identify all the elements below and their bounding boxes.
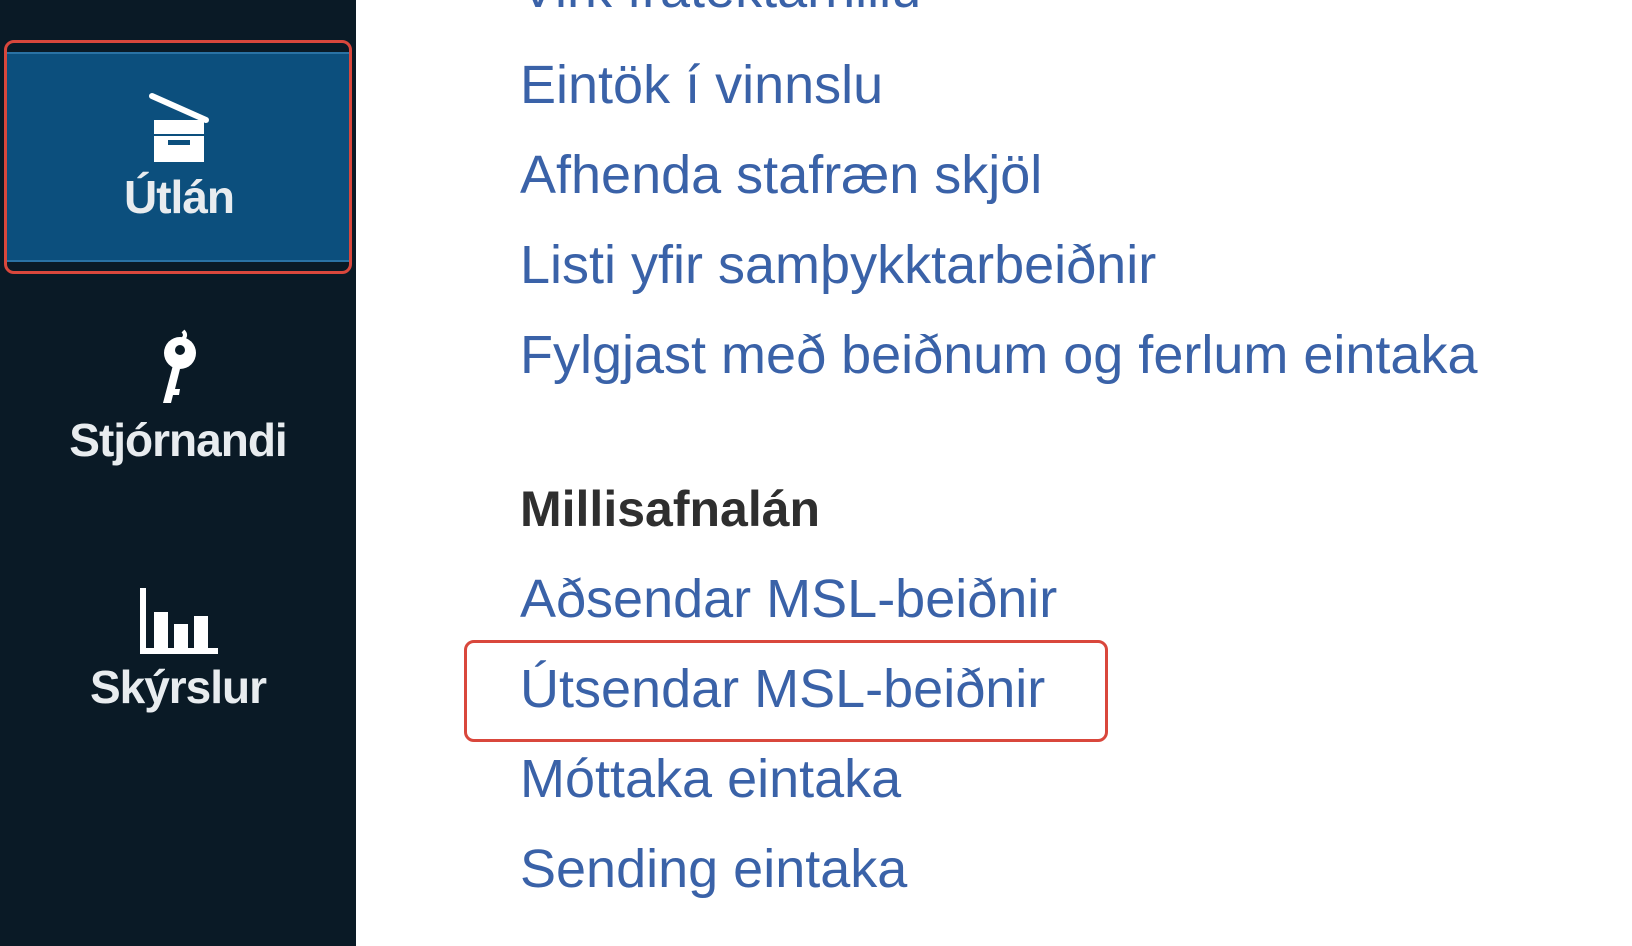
link-eintok-i-vinnslu[interactable]: Eintök í vinnslu	[520, 58, 883, 112]
sidebar: Útlán Stjórnandi Skýrslur	[0, 0, 356, 946]
link-fylgjast-med-beidnum[interactable]: Fylgjast með beiðnum og ferlum eintaka	[520, 328, 1477, 382]
sidebar-item-stjornandi[interactable]: Stjórnandi	[0, 318, 356, 478]
key-icon	[153, 329, 203, 409]
sidebar-item-label: Stjórnandi	[69, 414, 287, 466]
checkout-box-icon	[144, 90, 214, 166]
link-adsendar-msl-beidnir[interactable]: Aðsendar MSL-beiðnir	[520, 572, 1057, 626]
sidebar-item-label: Skýrslur	[89, 661, 267, 713]
sidebar-item-utlan[interactable]: Útlán	[6, 52, 352, 262]
sidebar-item-label: Útlán	[124, 171, 235, 223]
link-sending-eintaka[interactable]: Sending eintaka	[520, 842, 907, 896]
link-utsendar-msl-beidnir[interactable]: Útsendar MSL-beiðnir	[520, 662, 1045, 716]
link-afhenda-stafraen-skjol[interactable]: Afhenda stafræn skjöl	[520, 148, 1042, 202]
link-virk-fratektarhillu[interactable]: Virk frátektarhillu	[520, 0, 921, 16]
link-listi-yfir-samthykktarbeidnir[interactable]: Listi yfir samþykktarbeiðnir	[520, 238, 1156, 292]
bar-chart-icon	[136, 586, 220, 656]
link-mottaka-eintaka[interactable]: Móttaka eintaka	[520, 752, 901, 806]
main-menu: Virk frátektarhillu Eintök í vinnslu Afh…	[356, 0, 1632, 946]
section-heading-millisafnalan: Millisafnalán	[520, 481, 821, 537]
sidebar-item-skyrslur[interactable]: Skýrslur	[0, 570, 356, 730]
